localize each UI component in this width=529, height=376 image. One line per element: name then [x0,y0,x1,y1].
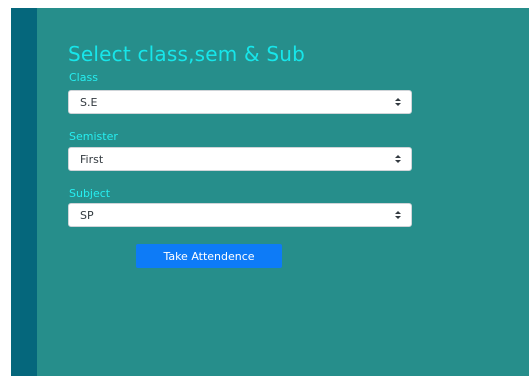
form-title: Select class,sem & Sub [68,42,306,66]
updown-chevron-icon [395,155,401,163]
semester-label: Semister [69,130,118,143]
updown-chevron-icon [395,211,401,219]
class-label: Class [69,71,98,84]
class-select-value: S.E [80,96,98,109]
subject-select[interactable]: SP [68,203,412,227]
side-strip [11,8,37,376]
subject-label: Subject [69,187,111,200]
semester-select[interactable]: First [68,147,412,171]
subject-select-value: SP [80,209,94,222]
take-attendance-button[interactable]: Take Attendence [136,244,282,268]
updown-chevron-icon [395,98,401,106]
semester-select-value: First [80,153,104,166]
page-background: Select class,sem & Sub Class S.E Semiste… [11,8,529,376]
class-select[interactable]: S.E [68,90,412,114]
